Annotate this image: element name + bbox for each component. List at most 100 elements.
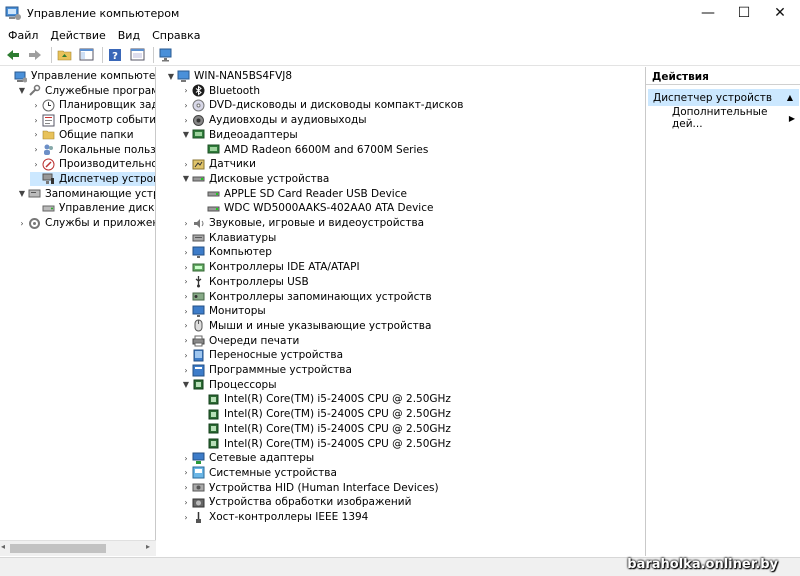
device-tree-item[interactable]: › Аудиовходы и аудиовыходы [180,113,366,127]
device-tree-item[interactable]: Intel(R) Core(TM) i5-2400S CPU @ 2.50GHz [195,422,451,436]
console-tree-item[interactable]: Управление компьютером (л [2,69,155,83]
device-tree-item[interactable]: › Устройства HID (Human Interface Devices… [180,481,438,495]
device-tree-item[interactable]: › Переносные устройства [180,348,343,362]
expand-arrow-icon[interactable]: › [180,290,192,304]
scroll-left-icon[interactable]: ◂ [1,542,5,551]
device-tree-item[interactable]: Intel(R) Core(TM) i5-2400S CPU @ 2.50GHz [195,407,451,421]
scan-hardware-icon[interactable] [157,46,175,64]
device-tree-item[interactable]: › Клавиатуры [180,231,276,245]
console-tree-item[interactable]: › Просмотр событий [30,113,155,127]
device-tree-item[interactable]: › Датчики [180,157,256,171]
device-tree-item[interactable]: › Компьютер [180,245,272,259]
expand-arrow-icon[interactable]: › [180,231,192,245]
expand-arrow-icon[interactable]: › [30,157,42,171]
console-tree-item[interactable]: › Планировщик заданий [30,98,155,112]
console-tree-item[interactable]: Управление дисками [30,201,155,215]
expand-arrow-icon[interactable]: › [180,319,192,333]
expand-arrow-icon[interactable]: › [180,481,192,495]
properties-icon[interactable] [128,46,146,64]
more-actions-item[interactable]: Дополнительные дей... ▶ [672,106,799,130]
expand-arrow-icon[interactable]: › [180,466,192,480]
device-tree-item[interactable]: › Очереди печати [180,334,299,348]
device-tree-item[interactable]: APPLE SD Card Reader USB Device [195,187,407,201]
device-tree-item[interactable]: › DVD-дисководы и дисководы компакт-диско… [180,98,463,112]
device-tree-item[interactable]: › Мыши и иные указывающие устройства [180,319,431,333]
collapse-arrow-icon[interactable]: ▼ [180,172,192,186]
close-button[interactable]: ✕ [763,0,797,26]
expand-arrow-icon[interactable]: › [30,98,42,112]
forward-icon[interactable] [26,46,44,64]
disk-drive-icon [192,172,205,185]
console-tree-item[interactable]: ▼ Запоминающие устройст [16,187,155,201]
console-tree-item[interactable]: › Службы и приложения [16,216,155,230]
device-tree-item[interactable]: › Хост-контроллеры IEEE 1394 [180,510,368,524]
device-tree-item[interactable]: › Системные устройства [180,466,337,480]
device-tree-item[interactable]: › Сетевые адаптеры [180,451,314,465]
expand-arrow-icon[interactable]: › [180,304,192,318]
expand-arrow-icon[interactable]: › [180,363,192,377]
horizontal-scrollbar[interactable]: ◂ ▸ [0,540,156,556]
menu-view[interactable]: Вид [112,29,146,42]
scroll-right-icon[interactable]: ▸ [146,542,150,551]
device-tree-item[interactable]: › Звуковые, игровые и видеоустройства [180,216,424,230]
expand-arrow-icon[interactable]: › [180,348,192,362]
device-tree-item[interactable]: › Мониторы [180,304,266,318]
expand-arrow-icon[interactable]: › [180,157,192,171]
device-tree-item[interactable]: Intel(R) Core(TM) i5-2400S CPU @ 2.50GHz [195,437,451,451]
menu-help[interactable]: Справка [146,29,206,42]
device-tree-item[interactable]: ▼ Дисковые устройства [180,172,329,186]
device-tree-item[interactable]: › Bluetooth [180,84,260,98]
expand-arrow-icon[interactable]: › [180,510,192,524]
device-tree-root[interactable]: ▼ WIN-NAN5BS4FVJ8 [165,69,292,83]
actions-section-device-manager[interactable]: Диспетчер устройств ▲ [648,89,799,106]
device-tree-item[interactable]: ▼ Видеоадаптеры [180,128,298,142]
collapse-arrow-icon[interactable]: ▼ [180,128,192,142]
expand-arrow-icon[interactable]: › [180,245,192,259]
expand-arrow-icon[interactable]: › [180,216,192,230]
expand-arrow-icon[interactable]: › [180,334,192,348]
console-tree-item[interactable]: › Производительность [30,157,155,171]
expand-arrow-icon[interactable]: › [180,113,192,127]
minimize-button[interactable]: — [691,0,725,26]
device-tree-item[interactable]: WDC WD5000AAKS-402AA0 ATA Device [195,201,433,215]
expand-arrow-icon[interactable]: › [180,275,192,289]
help-icon[interactable]: ? [106,46,124,64]
device-tree-item[interactable]: › Контроллеры запоминающих устройств [180,290,431,304]
menu-action[interactable]: Действие [44,29,111,42]
expand-arrow-icon[interactable]: › [30,128,42,142]
console-tree-item[interactable]: › Локальные пользовате [30,143,155,157]
expand-arrow-icon[interactable]: › [180,495,192,509]
expand-arrow-icon[interactable]: › [180,84,192,98]
expand-arrow-icon[interactable]: › [16,216,28,230]
device-tree-item[interactable]: › Контроллеры USB [180,275,309,289]
show-hide-console-tree-icon[interactable] [77,46,95,64]
back-icon[interactable] [4,46,22,64]
collapse-arrow-icon[interactable]: ▼ [165,69,177,83]
device-tree-item[interactable]: Intel(R) Core(TM) i5-2400S CPU @ 2.50GHz [195,392,451,406]
console-tree-item[interactable]: › Общие папки [30,128,133,142]
collapse-up-icon[interactable]: ▲ [787,93,793,102]
expand-arrow-icon[interactable]: › [30,113,42,127]
collapse-arrow-icon[interactable]: ▼ [16,84,28,98]
toolbar: ? [0,44,800,66]
collapse-arrow-icon[interactable]: ▼ [180,378,192,392]
menu-file[interactable]: Файл [2,29,44,42]
device-tree-item[interactable]: › Контроллеры IDE ATA/ATAPI [180,260,360,274]
device-tree-item[interactable]: ▼ Процессоры [180,378,277,392]
console-tree-item[interactable]: ▼ Служебные программы [16,84,155,98]
device-tree-item[interactable]: › Программные устройства [180,363,352,377]
tree-item-label: Контроллеры IDE ATA/ATAPI [209,261,360,274]
device-tree-item[interactable]: AMD Radeon 6600M and 6700M Series [195,143,428,157]
scrollbar-thumb[interactable] [10,544,106,553]
dvd-icon [192,99,205,112]
expand-arrow-icon[interactable]: › [180,260,192,274]
expand-arrow-icon[interactable]: › [180,98,192,112]
tree-item-label: Контроллеры USB [209,275,309,288]
collapse-arrow-icon[interactable]: ▼ [16,187,28,201]
expand-arrow-icon[interactable]: › [30,143,42,157]
maximize-button[interactable]: ☐ [727,0,761,26]
expand-arrow-icon[interactable]: › [180,451,192,465]
up-folder-icon[interactable] [55,46,73,64]
console-tree-item[interactable]: Диспетчер устройств [30,171,155,186]
device-tree-item[interactable]: › Устройства обработки изображений [180,495,411,509]
